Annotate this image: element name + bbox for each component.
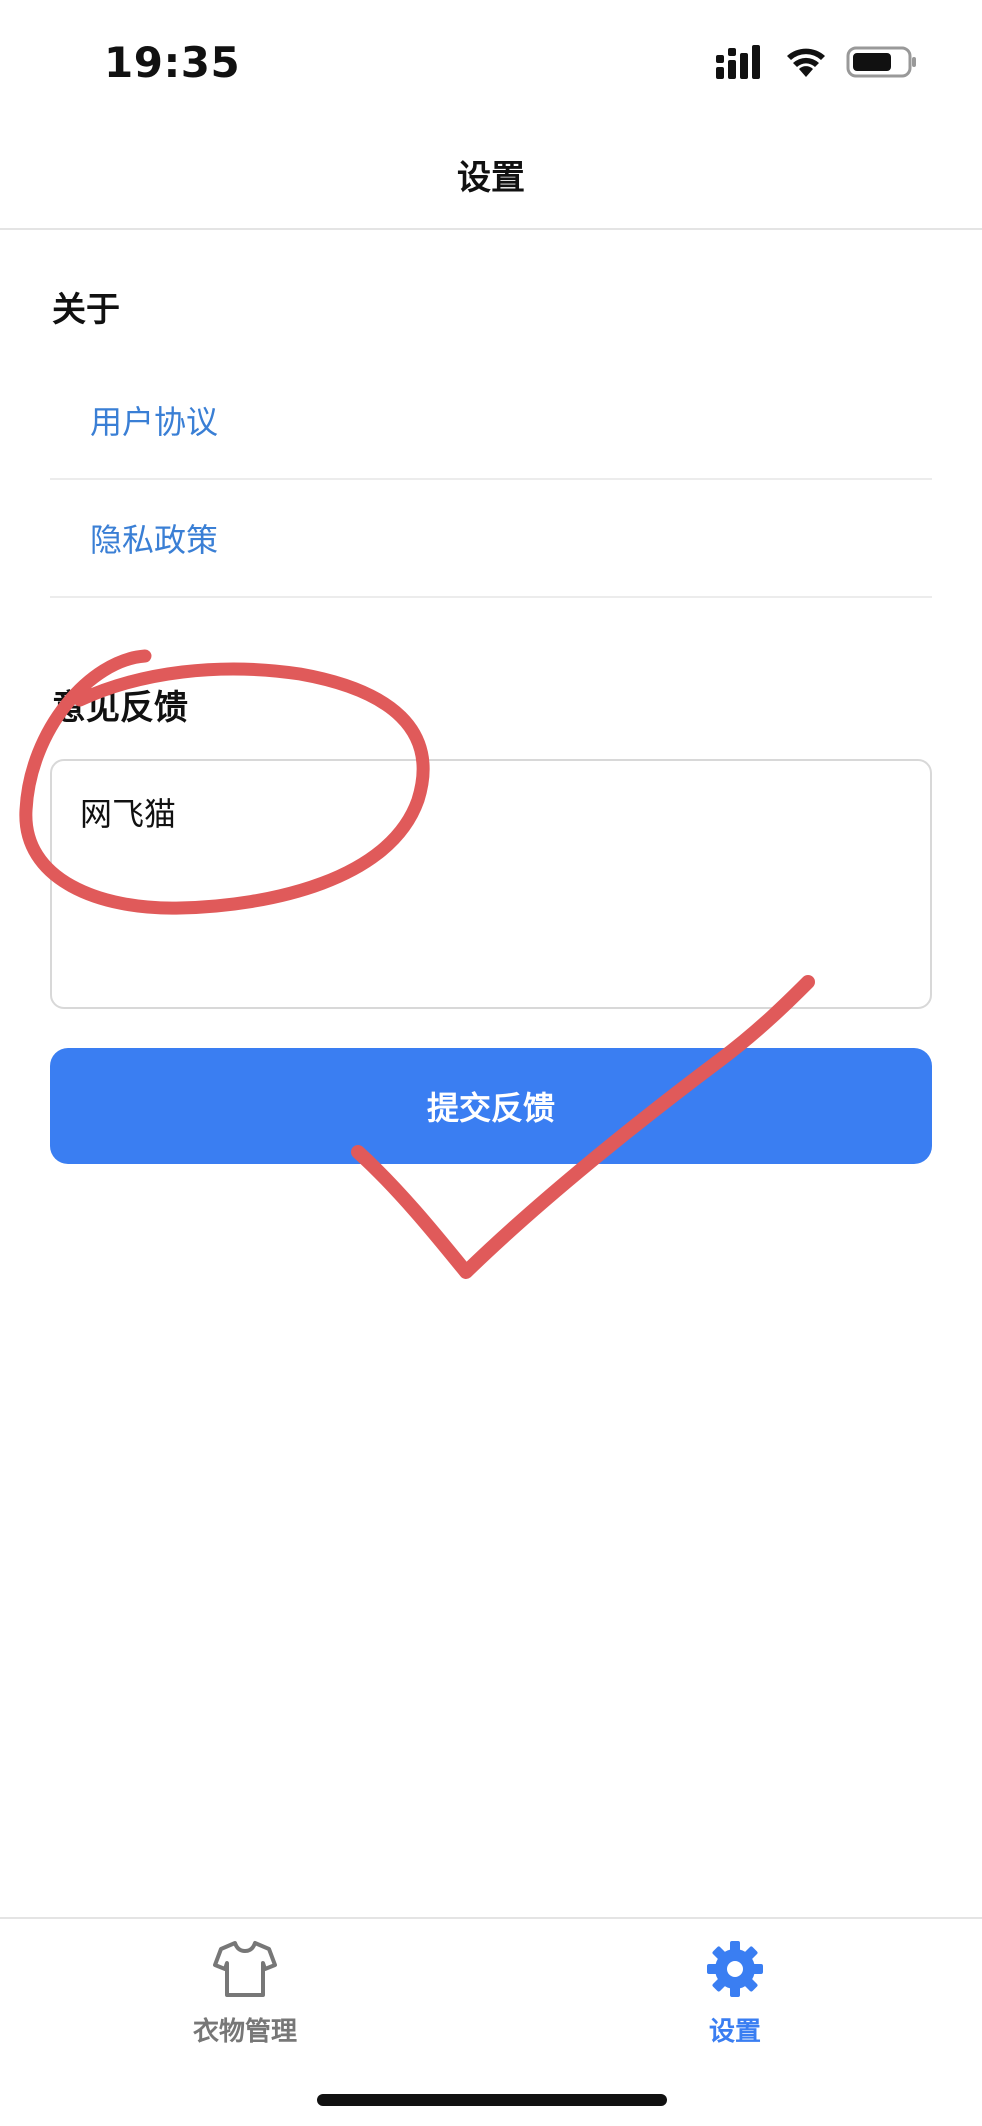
status-time: 19:35 (104, 38, 241, 87)
home-indicator[interactable] (317, 2094, 667, 2106)
feedback-section-title: 意见反馈 (52, 688, 188, 728)
privacy-policy-label: 隐私政策 (90, 521, 219, 559)
tab-clothes-label: 衣物管理 (192, 2017, 297, 2047)
signal-icon (716, 45, 766, 83)
status-icons (716, 44, 918, 84)
tshirt-icon (213, 1939, 277, 2003)
tab-settings-label: 设置 (708, 2017, 761, 2047)
wifi-icon (784, 45, 828, 83)
gear-icon (705, 1939, 765, 2003)
status-bar: 19:35 (0, 0, 982, 120)
nav-bar: 设置 (0, 120, 982, 230)
tab-clothes-management[interactable]: 衣物管理 (145, 1939, 345, 2048)
page-title: 设置 (457, 157, 525, 198)
battery-icon (846, 45, 918, 83)
feedback-text: 网飞猫 (80, 795, 177, 833)
user-agreement-link[interactable]: 用户协议 (50, 362, 932, 480)
user-agreement-label: 用户协议 (90, 403, 219, 441)
feedback-textarea[interactable]: 网飞猫 (50, 759, 932, 1009)
tab-settings[interactable]: 设置 (635, 1939, 835, 2048)
about-section-title: 关于 (52, 290, 120, 330)
privacy-policy-link[interactable]: 隐私政策 (50, 480, 932, 598)
submit-feedback-button[interactable]: 提交反馈 (50, 1048, 932, 1164)
submit-feedback-label: 提交反馈 (426, 1089, 555, 1127)
